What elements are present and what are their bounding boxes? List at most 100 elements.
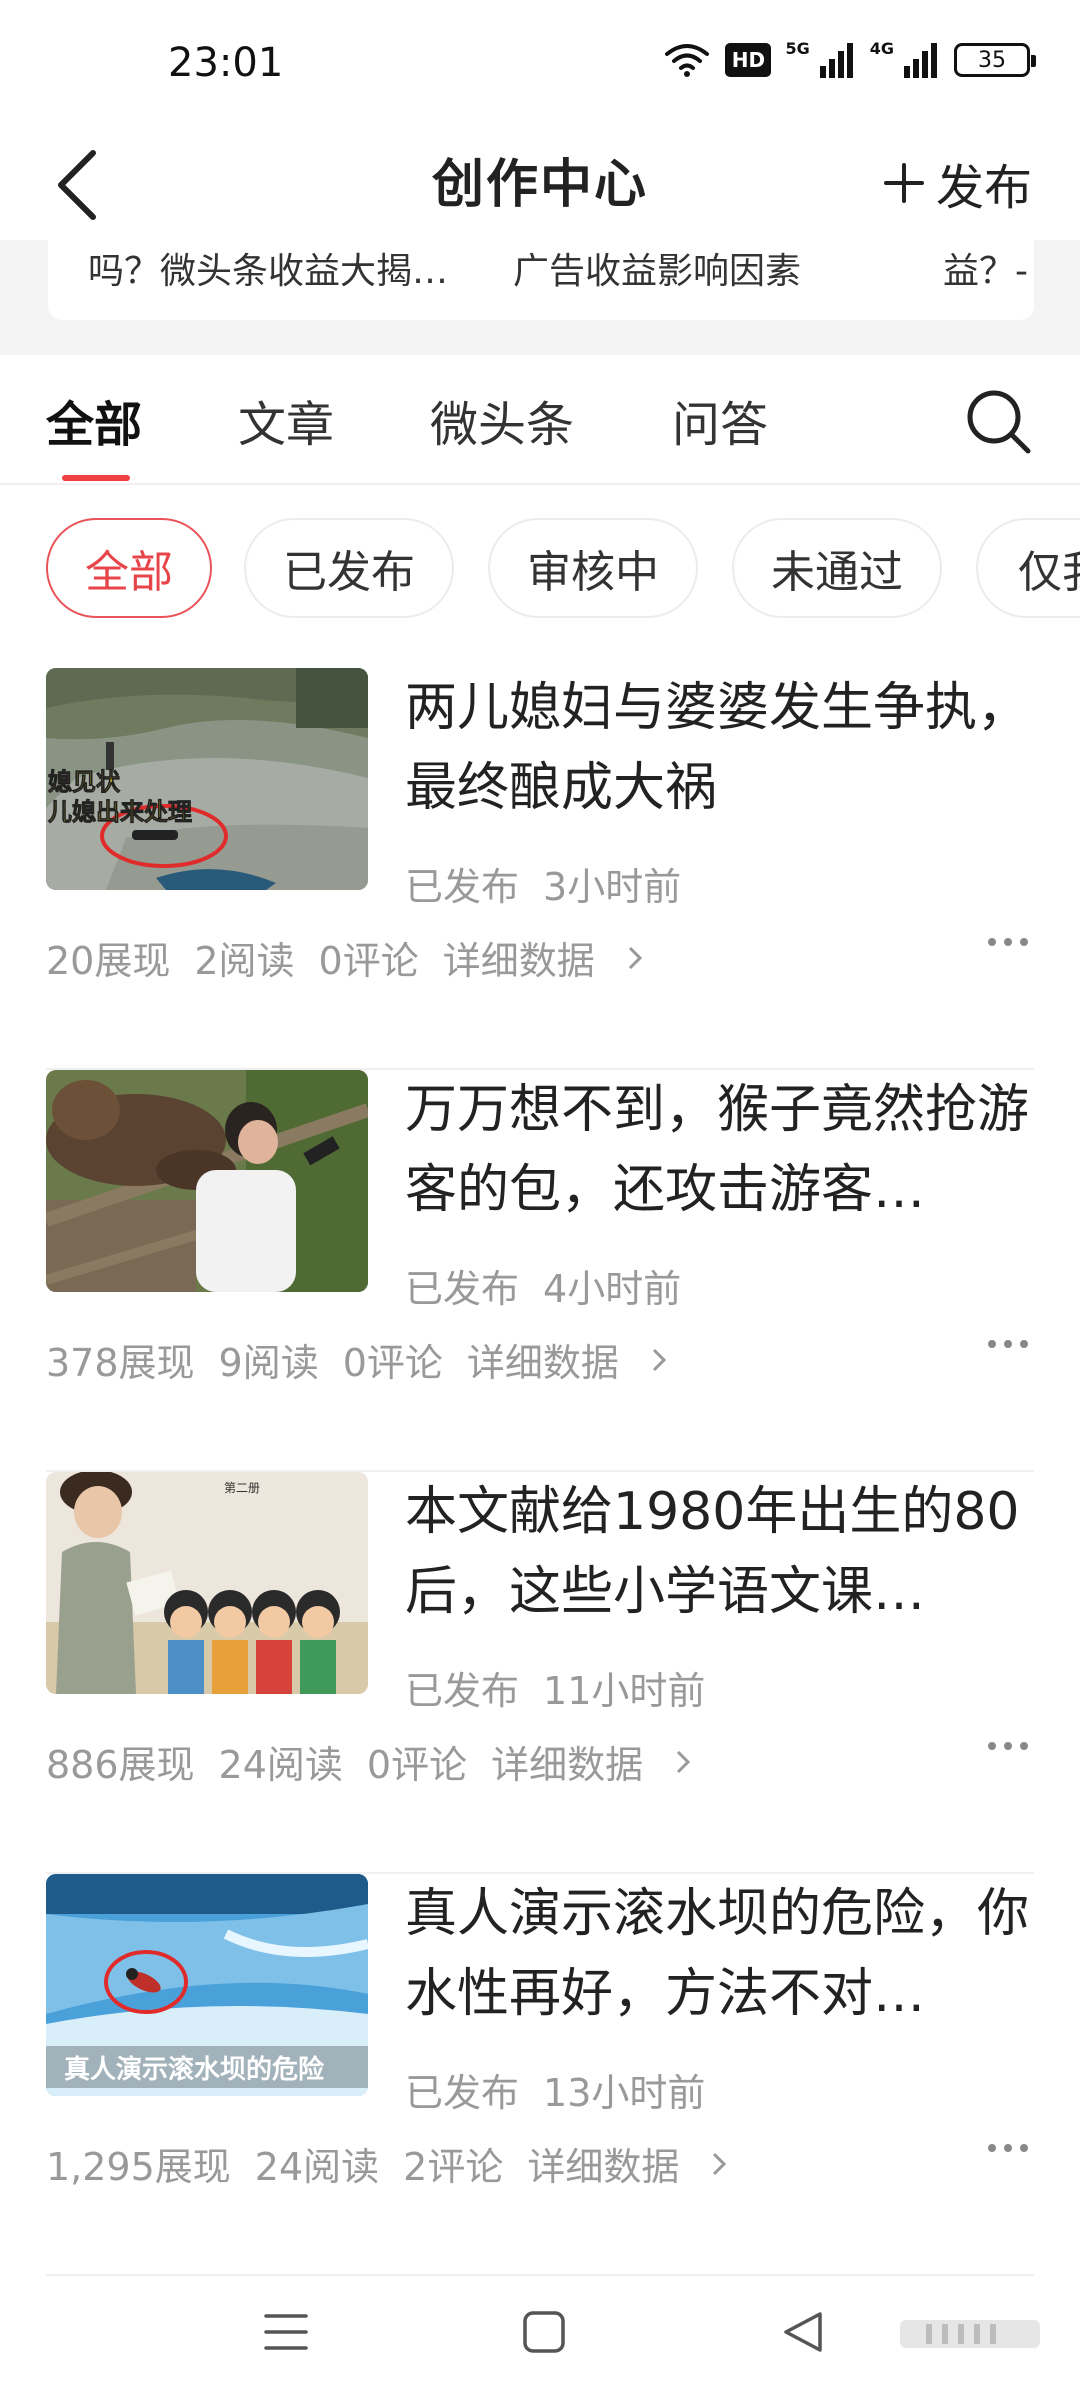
- more-icon: [988, 2144, 996, 2152]
- detail-data-link[interactable]: 详细数据: [467, 1332, 667, 1387]
- article-stats: 1,295展现 24阅读 2评论 详细数据: [46, 2136, 727, 2191]
- banner-item[interactable]: 广告收益影响因素: [513, 242, 801, 294]
- tab-qa[interactable]: 问答: [672, 385, 768, 455]
- article-meta: 已发布 13小时前: [405, 2062, 705, 2117]
- banner-item[interactable]: 吗？微头条收益大揭…: [88, 242, 448, 294]
- content-tabs: 全部 文章 微头条 问答: [0, 355, 1080, 485]
- thumbnail-image: [46, 1070, 368, 1292]
- reads-count: 24阅读: [254, 2145, 380, 2189]
- reads-count: 24阅读: [218, 1743, 343, 1787]
- list-item[interactable]: 真人演示滚水坝的危险 真人演示滚水坝的危险，你水性再好，方法不对… 已发布 13小…: [0, 1874, 1080, 2276]
- filter-chip-reviewing[interactable]: 审核中: [488, 518, 698, 618]
- tab-micro-posts[interactable]: 微头条: [430, 385, 574, 455]
- wifi-icon: [665, 44, 710, 77]
- article-status: 已发布: [405, 1669, 520, 1713]
- article-title[interactable]: 两儿媳妇与婆婆发生争执，最终酿成大祸: [405, 668, 1045, 828]
- filter-chips: 全部 已发布 审核中 未通过 仅我: [0, 518, 1080, 622]
- publish-label: 发布: [935, 160, 1032, 216]
- banner-strip: 吗？微头条收益大揭… 广告收益影响因素 益？-: [0, 240, 1080, 355]
- system-back-button[interactable]: [780, 2310, 824, 2358]
- hd-badge: HD: [725, 43, 772, 77]
- article-thumbnail[interactable]: 媳见状 儿媳出来处理: [46, 668, 368, 890]
- detail-data-link[interactable]: 详细数据: [491, 1734, 691, 1789]
- article-time: 4小时前: [543, 1267, 682, 1311]
- filter-chip-rejected[interactable]: 未通过: [732, 518, 942, 618]
- comments-count: 0评论: [318, 939, 419, 983]
- article-status: 已发布: [405, 2071, 520, 2115]
- network-5g-label: 5G: [785, 38, 810, 58]
- publish-button[interactable]: 发布: [883, 148, 1032, 218]
- home-button[interactable]: [522, 2310, 566, 2358]
- impressions-count: 886展现: [46, 1743, 195, 1787]
- thumbnail-caption: 媳见状: [48, 768, 121, 796]
- thumbnail-image: 真人演示滚水坝的危险: [46, 1874, 368, 2096]
- more-icon: [988, 1742, 996, 1750]
- article-meta: 已发布 11小时前: [405, 1660, 705, 1715]
- detail-data-link[interactable]: 详细数据: [443, 930, 643, 985]
- impressions-count: 378展现: [46, 1341, 195, 1385]
- more-button[interactable]: [988, 2144, 1028, 2152]
- article-thumbnail[interactable]: 真人演示滚水坝的危险: [46, 1874, 368, 2096]
- detail-data-label: 详细数据: [527, 2145, 680, 2189]
- detail-data-label: 详细数据: [466, 1341, 619, 1385]
- status-time: 23:01: [168, 40, 284, 86]
- plus-icon: [883, 163, 924, 203]
- impressions-count: 1,295展现: [46, 2145, 231, 2189]
- detail-data-link[interactable]: 详细数据: [527, 2136, 727, 2191]
- more-button[interactable]: [988, 1340, 1028, 1348]
- list-item[interactable]: 媳见状 儿媳出来处理 两儿媳妇与婆婆发生争执，最终酿成大祸 已发布 3小时前 20…: [0, 668, 1080, 1070]
- reads-count: 9阅读: [218, 1341, 319, 1385]
- chevron-right-icon: [713, 2152, 727, 2175]
- list-item[interactable]: 第二册 本文献给1980年出生的80后，这些小学语文课… 已发布 11小时前 88…: [0, 1472, 1080, 1874]
- menu-button[interactable]: [262, 2310, 310, 2358]
- article-stats: 20展现 2阅读 0评论 详细数据: [46, 930, 643, 985]
- tab-all[interactable]: 全部: [46, 385, 142, 455]
- article-meta: 已发布 4小时前: [405, 1258, 681, 1313]
- banner-item[interactable]: 益？-: [943, 242, 1028, 294]
- more-icon: [988, 1340, 996, 1348]
- thumbnail-image: 媳见状 儿媳出来处理: [46, 668, 368, 890]
- more-icon: [988, 938, 996, 946]
- article-stats: 378展现 9阅读 0评论 详细数据: [46, 1332, 667, 1387]
- article-title[interactable]: 万万想不到，猴子竟然抢游客的包，还攻击游客…: [405, 1070, 1045, 1230]
- article-stats: 886展现 24阅读 0评论 详细数据: [46, 1734, 691, 1789]
- signal-icon: [819, 43, 853, 78]
- filter-chip-private[interactable]: 仅我: [976, 518, 1080, 618]
- article-time: 3小时前: [543, 865, 682, 909]
- gesture-handle: [900, 2320, 1040, 2348]
- banner-card: 吗？微头条收益大揭… 广告收益影响因素 益？-: [48, 240, 1034, 320]
- article-meta: 已发布 3小时前: [405, 856, 681, 911]
- article-thumbnail[interactable]: [46, 1070, 368, 1292]
- article-thumbnail[interactable]: 第二册: [46, 1472, 368, 1694]
- tab-underline: [62, 475, 130, 481]
- article-title[interactable]: 本文献给1980年出生的80后，这些小学语文课…: [405, 1472, 1045, 1632]
- thumbnail-image: 第二册: [46, 1472, 368, 1694]
- impressions-count: 20展现: [46, 939, 171, 983]
- more-button[interactable]: [988, 1742, 1028, 1750]
- comments-count: 0评论: [342, 1341, 443, 1385]
- list-item[interactable]: 万万想不到，猴子竟然抢游客的包，还攻击游客… 已发布 4小时前 378展现 9阅读…: [0, 1070, 1080, 1472]
- thumbnail-caption: 儿媳出来处理: [48, 798, 192, 826]
- chevron-right-icon: [652, 1348, 667, 1371]
- more-button[interactable]: [988, 938, 1028, 946]
- header: 创作中心 发布: [0, 130, 1080, 240]
- signal-icon: [904, 43, 937, 78]
- article-title[interactable]: 真人演示滚水坝的危险，你水性再好，方法不对…: [405, 1874, 1045, 2034]
- detail-data-label: 详细数据: [491, 1743, 644, 1787]
- system-nav-bar: [0, 2270, 1080, 2400]
- filter-chip-all[interactable]: 全部: [46, 518, 212, 618]
- tab-articles[interactable]: 文章: [238, 385, 334, 455]
- search-button[interactable]: [964, 387, 1034, 457]
- comments-count: 0评论: [366, 1743, 468, 1787]
- article-time: 11小时前: [543, 1669, 706, 1713]
- comments-count: 2评论: [403, 2145, 504, 2189]
- status-icons: HD 5G 4G 35: [663, 38, 1036, 78]
- status-bar: 23:01 HD 5G 4G 35: [0, 0, 1080, 130]
- search-icon: [967, 390, 1031, 454]
- network-4g-label: 4G: [869, 38, 894, 58]
- article-status: 已发布: [405, 1267, 520, 1311]
- back-triangle-icon: [784, 2312, 822, 2352]
- filter-chip-published[interactable]: 已发布: [244, 518, 454, 618]
- reads-count: 2阅读: [194, 939, 295, 983]
- thumbnail-caption: 真人演示滚水坝的危险: [64, 2054, 325, 2085]
